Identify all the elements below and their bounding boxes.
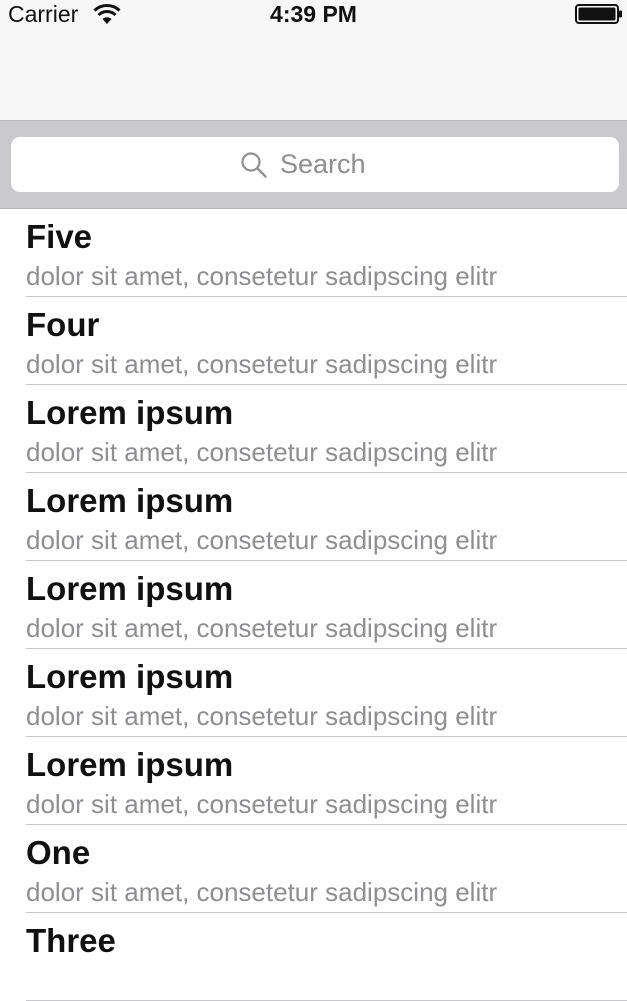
list-item[interactable]: One dolor sit amet, consetetur sadipscin… bbox=[0, 825, 627, 913]
list-item-title: Lorem ipsum bbox=[26, 570, 234, 607]
search-input[interactable] bbox=[280, 149, 390, 180]
navigation-bar: Carrier 4:39 PM bbox=[0, 0, 627, 121]
search-icon bbox=[241, 151, 267, 178]
list-item[interactable]: Lorem ipsum dolor sit amet, consetetur s… bbox=[0, 561, 627, 649]
list-item-title: Lorem ipsum bbox=[26, 658, 234, 695]
list-item-title: Four bbox=[26, 306, 100, 343]
list-item-subtitle: dolor sit amet, consetetur sadipscing el… bbox=[26, 349, 498, 379]
list-item-title: Three bbox=[26, 922, 116, 959]
search-bar bbox=[0, 121, 627, 209]
status-time: 4:39 PM bbox=[270, 1, 357, 27]
list-item[interactable]: Lorem ipsum dolor sit amet, consetetur s… bbox=[0, 385, 627, 473]
list-item[interactable]: Lorem ipsum dolor sit amet, consetetur s… bbox=[0, 737, 627, 825]
list-item-subtitle: dolor sit amet, consetetur sadipscing el… bbox=[26, 701, 498, 731]
list-item[interactable]: Five dolor sit amet, consetetur sadipsci… bbox=[0, 209, 627, 297]
list-item-title: Lorem ipsum bbox=[26, 746, 234, 783]
status-bar: Carrier 4:39 PM bbox=[0, 0, 627, 30]
list-item[interactable]: Lorem ipsum dolor sit amet, consetetur s… bbox=[0, 473, 627, 561]
battery-icon bbox=[575, 4, 622, 24]
list-item[interactable]: Three bbox=[0, 913, 627, 1001]
list-item-subtitle: dolor sit amet, consetetur sadipscing el… bbox=[26, 525, 498, 555]
list-item-subtitle: dolor sit amet, consetetur sadipscing el… bbox=[26, 877, 498, 907]
list-item[interactable]: Four dolor sit amet, consetetur sadipsci… bbox=[0, 297, 627, 385]
list-item-subtitle: dolor sit amet, consetetur sadipscing el… bbox=[26, 613, 498, 643]
list-item-title: Lorem ipsum bbox=[26, 394, 234, 431]
list-item-title: Lorem ipsum bbox=[26, 482, 234, 519]
list-item-subtitle: dolor sit amet, consetetur sadipscing el… bbox=[26, 437, 498, 467]
list-item[interactable]: Lorem ipsum dolor sit amet, consetetur s… bbox=[0, 649, 627, 737]
list-item-title: Five bbox=[26, 218, 93, 255]
list-item-subtitle: dolor sit amet, consetetur sadipscing el… bbox=[26, 261, 498, 291]
list-item-title: One bbox=[26, 834, 91, 871]
list-item-subtitle: dolor sit amet, consetetur sadipscing el… bbox=[26, 789, 498, 819]
search-field[interactable] bbox=[11, 137, 619, 192]
results-list: Five dolor sit amet, consetetur sadipsci… bbox=[0, 209, 627, 1001]
